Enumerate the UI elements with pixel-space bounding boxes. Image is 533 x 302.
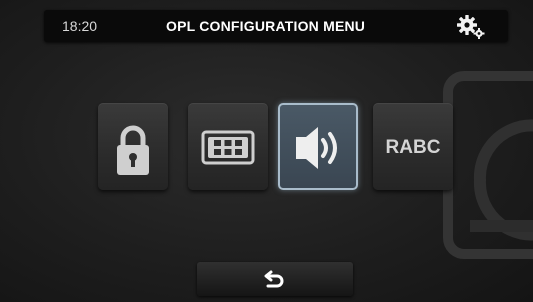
- rabc-label: RABC: [385, 137, 441, 158]
- keypad-tile[interactable]: [188, 103, 268, 190]
- clock: 18:20: [62, 18, 98, 34]
- settings-button[interactable]: [446, 10, 508, 42]
- status-bar: 18:20 OPL CONFIGURATION MENU: [44, 10, 508, 42]
- lock-icon: [117, 125, 149, 175]
- lock-tile[interactable]: [98, 103, 168, 190]
- back-arrow-icon: [264, 270, 284, 288]
- keypad-icon: [201, 130, 255, 165]
- page-title: OPL CONFIGURATION MENU: [166, 18, 366, 34]
- gears-icon: [457, 15, 485, 39]
- back-button[interactable]: [197, 262, 353, 296]
- speaker-icon: [296, 127, 337, 169]
- screen: 18:20 OPL CONFIGURATION MENU RABC: [0, 0, 533, 302]
- audio-tile[interactable]: [278, 103, 358, 190]
- camera-watermark: [443, 71, 533, 259]
- rabc-tile[interactable]: RABC: [373, 103, 453, 190]
